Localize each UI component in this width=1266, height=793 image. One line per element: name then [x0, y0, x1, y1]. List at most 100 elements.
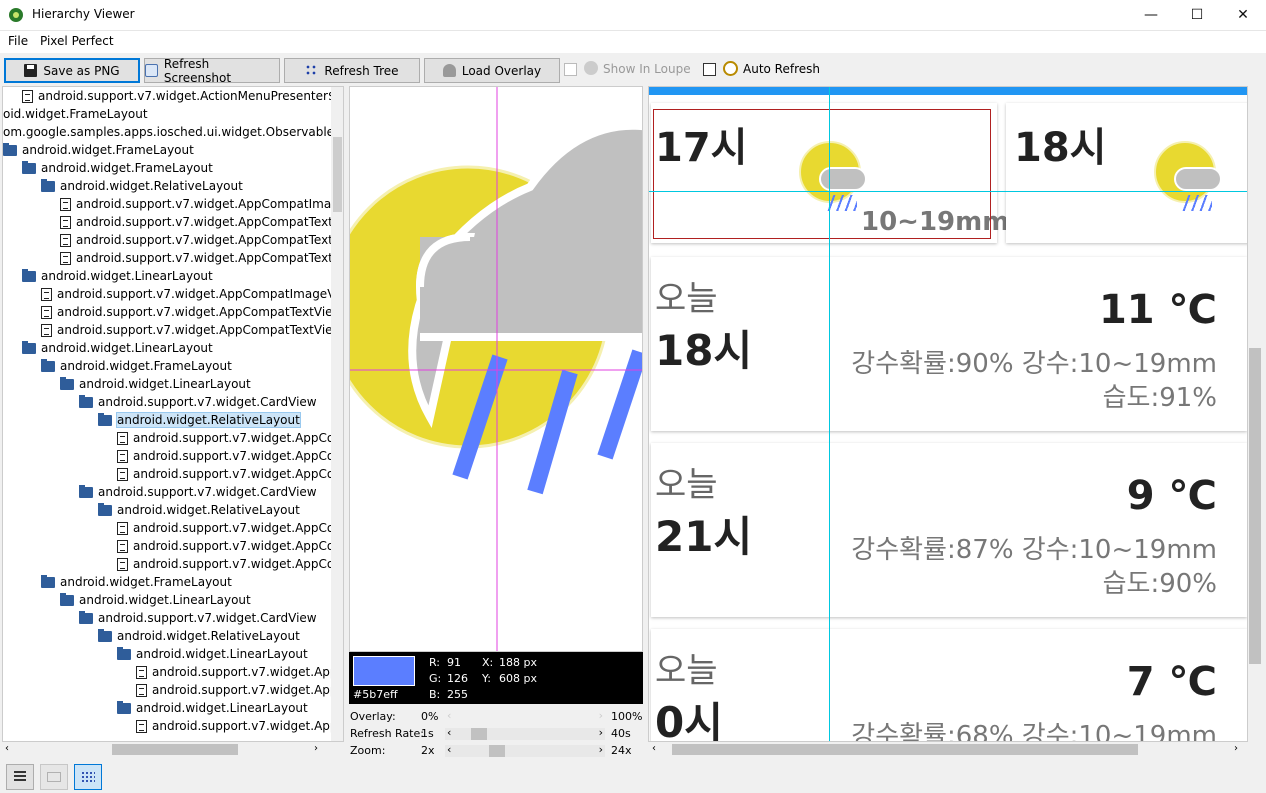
tree-node-view[interactable]: android.support.v7.widget.AppCompatTextV… [60, 231, 344, 249]
show-in-loupe-checkbox[interactable] [564, 63, 577, 76]
pixel-grid-view-button[interactable] [74, 764, 102, 790]
overlay-slider[interactable]: ‹ › [445, 709, 605, 723]
file-icon [60, 197, 71, 211]
menu-pixel-perfect[interactable]: Pixel Perfect [40, 34, 114, 48]
tree-node-label: android.widget.LinearLayout [79, 377, 251, 391]
tree-node-layout[interactable]: android.widget.LinearLayout [117, 645, 308, 663]
tree-node-view[interactable]: android.support.v7.widget.AppCompatTextV… [117, 519, 343, 537]
tree-node-view[interactable]: android.support.v7.widget.AppCompatTextV… [41, 321, 342, 339]
menu-file[interactable]: File [8, 34, 28, 48]
tree-node-layout[interactable]: android.widget.LinearLayout [60, 375, 251, 393]
tree-node-view[interactable]: android.support.v7.widget.AppCompatTextV… [117, 465, 343, 483]
tree-node-view[interactable]: android.support.v7.widget.AppCompatImage… [60, 195, 343, 213]
layout-view-button[interactable] [40, 764, 68, 790]
tree-node-layout[interactable]: android.widget.LinearLayout [117, 699, 308, 717]
tree-node-label: android.widget.LinearLayout [79, 593, 251, 607]
folder-icon [41, 574, 55, 588]
load-overlay-button[interactable]: Load Overlay [424, 58, 560, 83]
folder-icon [117, 700, 131, 714]
tree-node-label: om.google.samples.apps.iosched.ui.widget… [3, 125, 344, 139]
view-hierarchy-tree[interactable]: android.support.v7.widget.ActionMenuPres… [2, 86, 344, 742]
tree-node-view[interactable]: android.support.v7.widget.AppCompatTextV… [117, 429, 343, 447]
refresh-rate-thumb [471, 728, 487, 740]
tree-node-view[interactable]: android.support.v7.widget.ActionMenuPres… [22, 87, 343, 105]
close-button[interactable]: ✕ [1220, 0, 1266, 31]
pixel-color-hex: #5b7eff [353, 688, 398, 701]
tree-node-view[interactable]: android.support.v7.widget.AppCompatTextV… [117, 537, 343, 555]
folder-icon [98, 628, 112, 642]
tree-horizontal-scrollbar[interactable]: ‹ › [2, 742, 344, 757]
tree-node-layout[interactable]: android.widget.FrameLayout [41, 573, 232, 591]
tree-node-view[interactable]: android.support.v7.widget.AppCompatImage… [41, 285, 343, 303]
file-icon [41, 287, 52, 301]
tree-node-label: android.widget.FrameLayout [41, 161, 213, 175]
forecast-day: 오늘 [655, 651, 718, 691]
screenshot-preview[interactable]: 17시 10~19mm 18시 오늘 18시 11 ℃ 강수확률:90% 강수:… [648, 86, 1248, 742]
overlay-min: 0% [421, 710, 439, 723]
tree-node-view[interactable]: android.support.v7.widget.AppCompatTextV… [117, 447, 344, 465]
forecast-hour: 0시 [655, 698, 723, 742]
file-icon [117, 557, 128, 571]
tree-node-layout[interactable]: android.widget.RelativeLayout [98, 501, 300, 519]
refresh-rate-label: Refresh Rate: [350, 727, 424, 740]
tree-node-view[interactable]: android.support.v7.widget.AppCompatTextV… [136, 681, 343, 699]
tree-node-view[interactable]: android.support.v7.widget.AppCompatTextV… [117, 555, 344, 573]
preview-hscroll-thumb[interactable] [672, 744, 1138, 755]
tree-node-view[interactable]: android.support.v7.widget.AppCompatTextV… [60, 213, 344, 231]
tree-view-button[interactable] [6, 764, 34, 790]
minimize-button[interactable]: — [1128, 0, 1174, 31]
tree-node-layout[interactable]: android.widget.RelativeLayout [98, 411, 301, 429]
folder-icon [22, 160, 36, 174]
forecast-precip: 강수확률:87% 강수:10~19mm [851, 535, 1217, 565]
folder-icon [79, 394, 93, 408]
tree-node-layout[interactable]: android.widget.RelativeLayout [41, 177, 243, 195]
forecast-row: 오늘 0시 7 ℃ 강수확률:68% 강수:10~19mm [651, 629, 1247, 742]
scroll-left-arrow-icon[interactable]: ‹ [5, 743, 9, 754]
maximize-button[interactable]: ☐ [1174, 0, 1220, 31]
pixel-loupe[interactable] [349, 86, 643, 652]
tree-node-layout[interactable]: android.widget.LinearLayout [60, 591, 251, 609]
tree-node-view[interactable]: android.support.v7.widget.AppCompatTextV… [136, 663, 343, 681]
tree-node-view[interactable]: om.google.samples.apps.iosched.ui.widget… [3, 123, 344, 141]
tree-node-layout[interactable]: android.support.v7.widget.CardView [79, 393, 317, 411]
tree-hscroll-thumb[interactable] [112, 744, 238, 755]
tree-node-layout[interactable]: android.support.v7.widget.CardView [79, 609, 317, 627]
zoom-slider[interactable]: ‹ › [445, 743, 605, 757]
tree-node-layout[interactable]: android.widget.LinearLayout [22, 339, 213, 357]
forecast-precip: 강수확률:68% 강수:10~19mm [851, 721, 1217, 742]
tree-node-label: android.support.v7.widget.AppCompatTextV… [133, 557, 344, 571]
tree-node-view[interactable]: android.support.v7.widget.AppCompatTextV… [41, 303, 342, 321]
refresh-screenshot-button[interactable]: Refresh Screenshot [144, 57, 280, 85]
tree-node-layout[interactable]: android.widget.RelativeLayout [98, 627, 300, 645]
toolbar: Save as PNG Refresh Screenshot Refresh T… [0, 53, 1266, 85]
scroll-right-arrow-icon[interactable]: › [314, 743, 318, 754]
hour-card-18: 18시 [1006, 103, 1247, 243]
tree-node-view[interactable]: android.support.v7.widget.AppCompatTextV… [60, 249, 343, 267]
tree-node-layout[interactable]: android.widget.FrameLayout [3, 141, 194, 159]
tree-node-label: android.support.v7.widget.AppCompatTextV… [133, 449, 344, 463]
tree-node-view[interactable]: android.support.v7.widget.AppCompatTextV… [136, 717, 343, 735]
refresh-screenshot-icon [145, 64, 158, 77]
tree-node-layout[interactable]: android.widget.LinearLayout [22, 267, 213, 285]
forecast-day: 오늘 [655, 465, 718, 505]
preview-vscroll-thumb[interactable] [1249, 348, 1261, 664]
tree-node-label: android.support.v7.widget.AppCompatTextV… [76, 215, 344, 229]
tree-node-layout[interactable]: android.support.v7.widget.CardView [79, 483, 317, 501]
refresh-tree-button[interactable]: Refresh Tree [284, 58, 420, 83]
folder-icon [79, 484, 93, 498]
tree-scroll-thumb[interactable] [333, 137, 342, 212]
file-icon [60, 251, 71, 265]
auto-refresh-checkbox[interactable] [703, 63, 716, 76]
tree-node-label: android.support.v7.widget.AppCompatTextV… [152, 683, 343, 697]
tree-node-layout[interactable]: android.widget.FrameLayout [22, 159, 213, 177]
refresh-rate-slider[interactable]: ‹ › [445, 726, 605, 740]
load-overlay-label: Load Overlay [461, 63, 542, 78]
tree-node-view[interactable]: oid.widget.FrameLayout [3, 105, 148, 123]
tree-node-layout[interactable]: android.widget.FrameLayout [41, 357, 232, 375]
tree-node-label: android.support.v7.widget.AppCompatTextV… [76, 233, 344, 247]
folder-icon [98, 412, 112, 426]
save-png-button[interactable]: Save as PNG [4, 58, 140, 83]
scroll-left-arrow-icon[interactable]: ‹ [652, 743, 656, 754]
scroll-right-arrow-icon[interactable]: › [1234, 743, 1238, 754]
x-coord-label: X: [482, 656, 494, 669]
